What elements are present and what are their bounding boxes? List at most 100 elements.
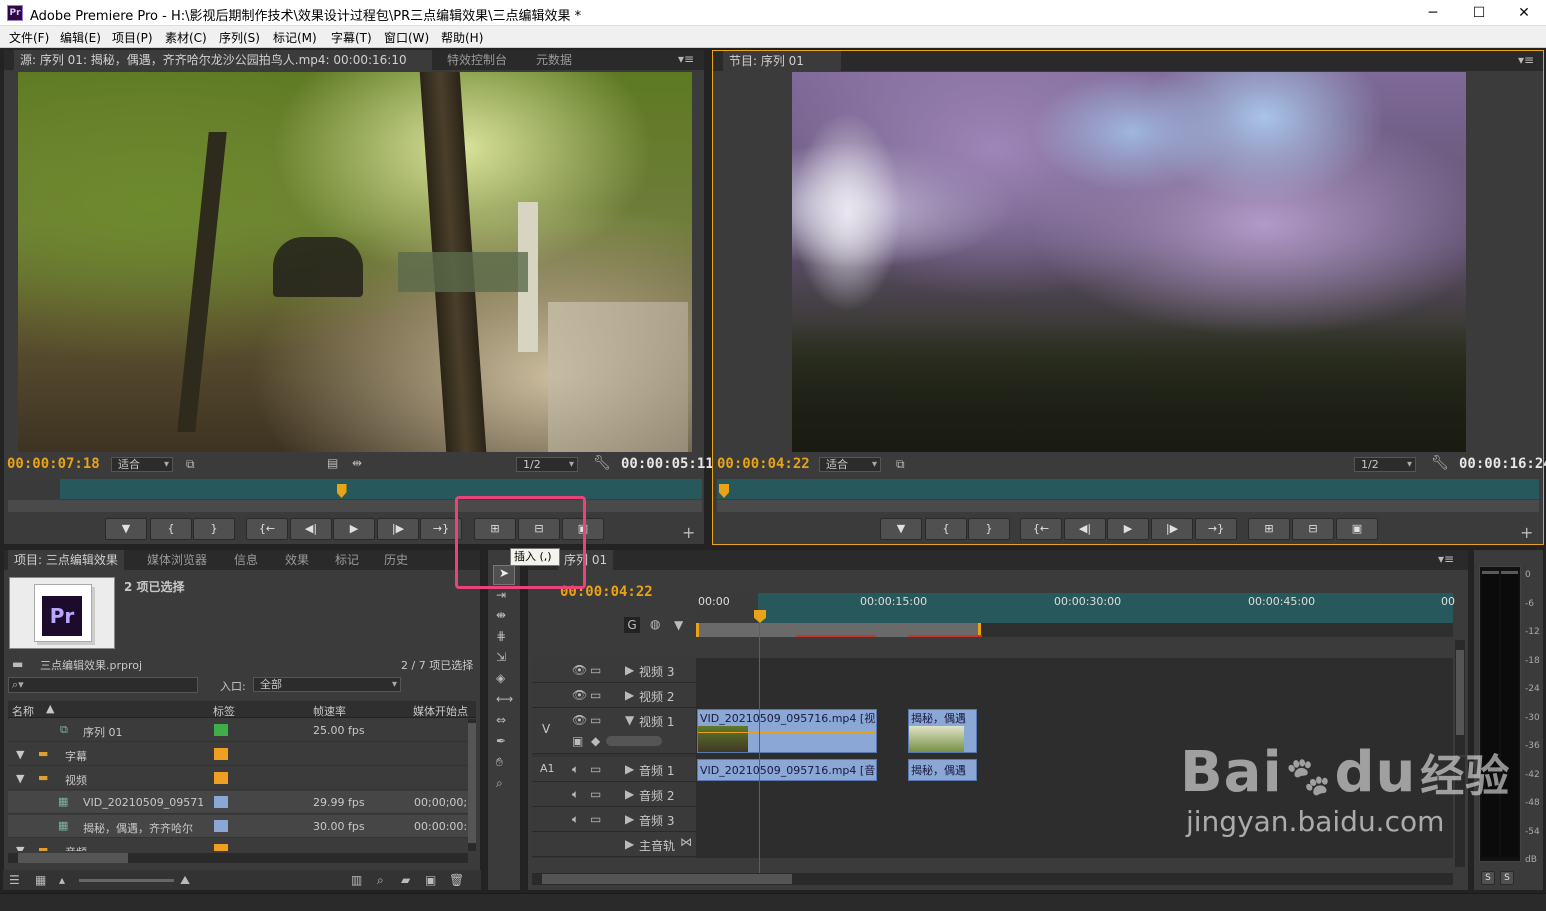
video-tracks-scrollbar[interactable]: [1455, 640, 1465, 755]
project-row[interactable]: ▼ ▬ 音频: [8, 839, 468, 851]
disclosure-triangle-icon[interactable]: ▼: [16, 748, 24, 761]
zoom-out-icon[interactable]: ▴: [59, 873, 65, 887]
project-row[interactable]: ▼ ▬ 视频: [8, 767, 468, 790]
speaker-icon[interactable]: 🔈︎: [572, 787, 579, 802]
set-marker-icon[interactable]: ▼: [674, 618, 683, 632]
hand-tool-icon[interactable]: ✋︎: [496, 755, 503, 770]
col-name[interactable]: 名称: [12, 703, 34, 719]
program-export-frame-button[interactable]: ▣: [1336, 518, 1378, 540]
program-play-button[interactable]: ▶: [1107, 518, 1149, 540]
program-add-button-icon[interactable]: +: [1520, 523, 1533, 542]
zoom-tool-icon[interactable]: ⌕: [496, 776, 503, 791]
tab-media-browser[interactable]: 媒体浏览器: [141, 550, 213, 570]
menu-edit[interactable]: 编辑(E): [60, 29, 101, 46]
label-swatch[interactable]: [214, 724, 228, 736]
source-play-button[interactable]: ▶: [333, 518, 375, 540]
program-fit-dropdown[interactable]: 适合: [819, 457, 881, 472]
source-mark-out-button[interactable]: }: [193, 518, 235, 540]
disclosure-triangle-icon[interactable]: ▼: [16, 772, 24, 785]
program-step-forward-button[interactable]: |▶: [1151, 518, 1193, 540]
source-mark-in-button[interactable]: {: [150, 518, 192, 540]
list-view-icon[interactable]: ☰: [9, 873, 20, 887]
extract-button[interactable]: ⊟: [1292, 518, 1334, 540]
lift-button[interactable]: ⊞: [1248, 518, 1290, 540]
video-target-label[interactable]: V: [542, 722, 550, 736]
program-mark-out-button[interactable]: }: [968, 518, 1010, 540]
tab-source[interactable]: 源: 序列 01: 揭秘，偶遇，齐齐哈尔龙沙公园拍鸟人.mp4: 00:00:1…: [14, 50, 432, 70]
maximize-button[interactable]: ☐: [1456, 0, 1502, 26]
in-dropdown[interactable]: 全部: [253, 677, 401, 692]
project-row[interactable]: ▼ ▬ 字幕: [8, 743, 468, 766]
new-bin-icon[interactable]: ▰: [401, 873, 410, 887]
project-vertical-scrollbar[interactable]: [468, 719, 476, 851]
eye-icon[interactable]: 👁︎: [572, 663, 587, 677]
tab-info[interactable]: 信息: [228, 550, 264, 570]
keyframe-icon[interactable]: ◆: [591, 734, 600, 748]
source-resolution-dropdown[interactable]: 1/2: [516, 457, 578, 472]
project-row[interactable]: ⧉ 序列 01 25.00 fps: [8, 719, 468, 742]
expand-icon[interactable]: ▶: [625, 787, 634, 801]
keyframe-nav[interactable]: [606, 736, 662, 746]
col-frame-rate[interactable]: 帧速率: [313, 703, 346, 719]
clip-audio-vid[interactable]: VID_20210509_095716.mp4 [音]: [697, 759, 877, 781]
expand-icon[interactable]: ▶: [625, 663, 634, 677]
eye-icon[interactable]: 👁︎: [572, 688, 587, 702]
menu-clip[interactable]: 素材(C): [165, 29, 207, 46]
program-go-to-in-button[interactable]: {←: [1020, 518, 1062, 540]
solo-left-button[interactable]: S: [1481, 871, 1495, 885]
program-marker-button[interactable]: ▼: [880, 518, 922, 540]
label-swatch[interactable]: [214, 796, 228, 808]
timeline-work-area[interactable]: [696, 623, 1453, 637]
project-row[interactable]: ▦ VID_20210509_095716 29.99 fps 00;00;00;: [8, 791, 468, 814]
trash-icon[interactable]: 🗑︎: [449, 873, 464, 887]
collapse-icon[interactable]: ▼: [625, 713, 634, 727]
program-panel-menu-icon[interactable]: ▾≡: [1518, 53, 1534, 67]
tab-effect-controls[interactable]: 特效控制台: [441, 50, 513, 70]
panel-menu-icon[interactable]: ▾≡: [678, 52, 694, 66]
sort-ascending-icon[interactable]: ▲: [46, 702, 54, 715]
lock-icon[interactable]: ▭: [590, 812, 601, 826]
menu-sequence[interactable]: 序列(S): [219, 29, 260, 46]
expand-icon[interactable]: ▶: [625, 688, 634, 702]
snap-icon[interactable]: G: [624, 617, 640, 633]
master-bowtie-icon[interactable]: ⋈: [680, 835, 692, 849]
program-timecode-in[interactable]: 00:00:04:22: [717, 456, 810, 472]
menu-marker[interactable]: 标记(M): [273, 29, 317, 46]
lock-icon[interactable]: ▭: [590, 663, 601, 677]
source-zoom-scrollbar[interactable]: [8, 500, 702, 512]
slide-tool-icon[interactable]: ⇔: [496, 713, 506, 727]
disclosure-triangle-icon[interactable]: ▼: [16, 844, 24, 851]
source-go-to-in-button[interactable]: {←: [246, 518, 288, 540]
pen-tool-icon[interactable]: ✒: [496, 734, 506, 748]
program-step-back-button[interactable]: ◀|: [1064, 518, 1106, 540]
clip-audio-jiemi[interactable]: 揭秘，偶遇: [908, 759, 977, 781]
expand-icon[interactable]: ▶: [625, 762, 634, 776]
display-style-icon[interactable]: ▣: [572, 734, 583, 748]
tab-program[interactable]: 节目: 序列 01: [723, 51, 841, 71]
program-go-to-out-button[interactable]: →}: [1195, 518, 1237, 540]
source-timecode-in[interactable]: 00:00:07:18: [7, 456, 100, 472]
clip-video-vid[interactable]: VID_20210509_095716.mp4 [视]: [697, 709, 877, 753]
timeline-panel-menu-icon[interactable]: ▾≡: [1438, 552, 1454, 566]
label-swatch[interactable]: [214, 844, 228, 851]
zoom-in-icon[interactable]: ⛰: [180, 873, 190, 888]
zoom-slider[interactable]: [79, 879, 174, 882]
project-search-input[interactable]: ⌕▾: [8, 677, 198, 693]
eye-icon[interactable]: 👁︎: [572, 713, 587, 727]
expand-icon[interactable]: ▶: [625, 812, 634, 826]
add-marker-icon[interactable]: ◍: [650, 617, 660, 631]
label-swatch[interactable]: [214, 772, 228, 784]
razor-tool-icon[interactable]: ◈: [496, 671, 505, 685]
col-label[interactable]: 标签: [213, 703, 235, 719]
find-icon[interactable]: ⌕: [377, 873, 384, 888]
source-time-ruler[interactable]: [8, 479, 702, 499]
drag-audio-icon[interactable]: ⇹: [352, 456, 362, 470]
safe-margin-icon[interactable]: ⧉: [186, 457, 195, 472]
program-mark-in-button[interactable]: {: [925, 518, 967, 540]
lock-icon[interactable]: ▭: [590, 787, 601, 801]
track-select-tool-icon[interactable]: ⇥: [496, 588, 506, 602]
solo-right-button[interactable]: S: [1500, 871, 1514, 885]
source-marker-button[interactable]: ▼: [105, 518, 147, 540]
speaker-icon[interactable]: 🔈︎: [572, 762, 579, 777]
col-media-start[interactable]: 媒体开始点: [413, 703, 468, 719]
